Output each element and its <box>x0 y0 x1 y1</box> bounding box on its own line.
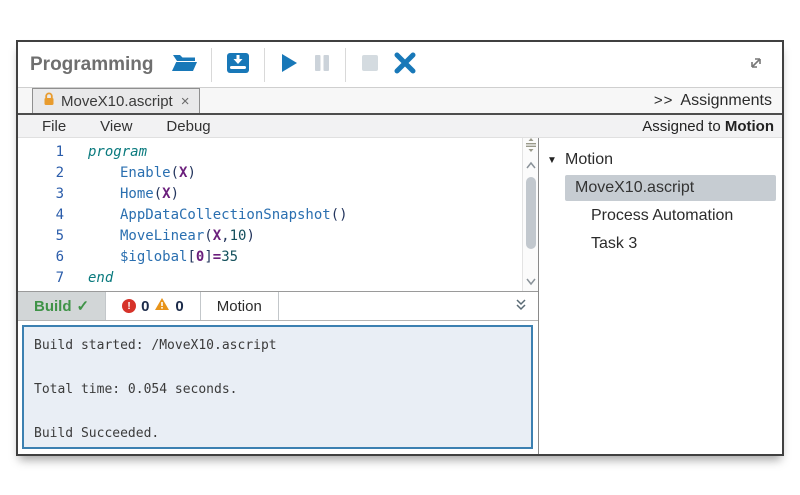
toolbar-separator <box>211 48 212 82</box>
split-editor-handle[interactable] <box>525 138 537 157</box>
stop-button[interactable] <box>353 49 387 80</box>
tree-item-label: Motion <box>565 151 621 169</box>
run-button[interactable] <box>272 49 306 80</box>
tree-item-task-3[interactable]: Task 3 <box>539 230 782 258</box>
tree-item-label: Task 3 <box>591 235 645 253</box>
expand-button[interactable] <box>740 51 772 78</box>
output-line: Build Succeeded. <box>34 423 521 445</box>
line-number: 5 <box>18 226 64 247</box>
editor-pane: 1program2Enable(X)3Home(X)4AppDataCollec… <box>18 138 538 454</box>
code-line[interactable]: 1program <box>18 142 522 163</box>
tab-movex10-ascript[interactable]: MoveX10.ascript × <box>32 88 200 113</box>
assignments-label: Assignments <box>680 92 772 110</box>
tab-strip: MoveX10.ascript × >> Assignments <box>18 88 782 115</box>
output-tab-bar: Build ✓ ! 0 0 Motion <box>18 292 538 321</box>
line-number: 6 <box>18 247 64 268</box>
stop-icon <box>359 51 381 78</box>
pause-button[interactable] <box>306 49 338 80</box>
collapse-output-button[interactable] <box>504 292 538 320</box>
menu-view[interactable]: View <box>100 118 132 135</box>
tree-item-movex10-ascript[interactable]: MoveX10.ascript <box>539 174 782 202</box>
assignments-tree: ▼MotionMoveX10.ascript Process Automatio… <box>539 138 782 454</box>
tab-label: MoveX10.ascript <box>61 93 173 110</box>
code-line[interactable]: 2Enable(X) <box>18 163 522 184</box>
main-content: 1program2Enable(X)3Home(X)4AppDataCollec… <box>18 138 782 454</box>
toolbar-separator <box>345 48 346 82</box>
tree-item-label: Process Automation <box>591 207 741 225</box>
double-chevron-down-icon <box>514 298 528 315</box>
lock-icon <box>43 92 55 111</box>
save-icon <box>225 51 251 78</box>
programming-window: Programming <box>16 40 784 456</box>
editor-scrollbar[interactable] <box>522 138 538 291</box>
app-title: Programming <box>30 54 154 76</box>
code-line[interactable]: 6$iglobal[0]=35 <box>18 247 522 268</box>
warning-count: 0 <box>175 298 183 315</box>
tab-close-icon[interactable]: × <box>181 93 190 110</box>
line-number: 4 <box>18 205 64 226</box>
code-area[interactable]: 1program2Enable(X)3Home(X)4AppDataCollec… <box>18 138 522 291</box>
line-number: 3 <box>18 184 64 205</box>
tree-item-motion[interactable]: ▼Motion <box>539 146 782 174</box>
close-x-icon <box>393 51 417 78</box>
output-line <box>34 357 521 379</box>
scroll-thumb[interactable] <box>526 177 536 249</box>
chevrons-right-icon: >> <box>654 92 674 109</box>
line-number: 2 <box>18 163 64 184</box>
abort-button[interactable] <box>387 49 423 80</box>
tree-item-process-automation[interactable]: Process Automation <box>539 202 782 230</box>
caret-down-icon[interactable]: ▼ <box>539 155 565 166</box>
save-button[interactable] <box>219 49 257 80</box>
scroll-up-button[interactable] <box>525 157 537 175</box>
tree-item-label: MoveX10.ascript <box>565 175 776 201</box>
assigned-to-label: Assigned to Motion <box>642 118 774 135</box>
menu-bar: File View Debug Assigned to Motion <box>18 115 782 138</box>
error-count: 0 <box>141 298 149 315</box>
code-editor[interactable]: 1program2Enable(X)3Home(X)4AppDataCollec… <box>18 138 538 292</box>
code-line[interactable]: 3Home(X) <box>18 184 522 205</box>
build-output-panel: Build started: /MoveX10.ascript Total ti… <box>18 321 538 454</box>
code-line[interactable]: 5MoveLinear(X,10) <box>18 226 522 247</box>
build-output-text[interactable]: Build started: /MoveX10.ascript Total ti… <box>22 325 533 449</box>
menu-file[interactable]: File <box>42 118 66 135</box>
tab-motion[interactable]: Motion <box>201 292 279 320</box>
pause-icon <box>312 51 332 78</box>
output-line: Total time: 0.054 seconds. <box>34 379 521 401</box>
play-icon <box>278 51 300 78</box>
menu-debug[interactable]: Debug <box>166 118 210 135</box>
caret-down-icon[interactable] <box>565 239 591 250</box>
expand-diagonal-icon <box>746 53 766 76</box>
code-line[interactable]: 7end <box>18 268 522 289</box>
toolbar-separator <box>264 48 265 82</box>
output-line: Build started: /MoveX10.ascript <box>34 335 521 357</box>
open-file-button[interactable] <box>164 49 204 80</box>
line-number: 1 <box>18 142 64 163</box>
tab-errors-warnings[interactable]: ! 0 0 <box>106 292 201 320</box>
error-icon: ! <box>122 299 136 313</box>
output-line <box>34 401 521 423</box>
code-line[interactable]: 4AppDataCollectionSnapshot() <box>18 205 522 226</box>
toolbar: Programming <box>18 42 782 88</box>
tab-build[interactable]: Build ✓ <box>18 292 106 320</box>
assignments-panel-toggle[interactable]: >> Assignments <box>654 88 782 113</box>
check-icon: ✓ <box>77 297 90 315</box>
folder-open-icon <box>170 51 198 78</box>
line-number: 7 <box>18 268 64 289</box>
caret-down-icon[interactable] <box>565 211 591 222</box>
scroll-down-button[interactable] <box>525 273 537 291</box>
warning-icon <box>154 297 170 315</box>
